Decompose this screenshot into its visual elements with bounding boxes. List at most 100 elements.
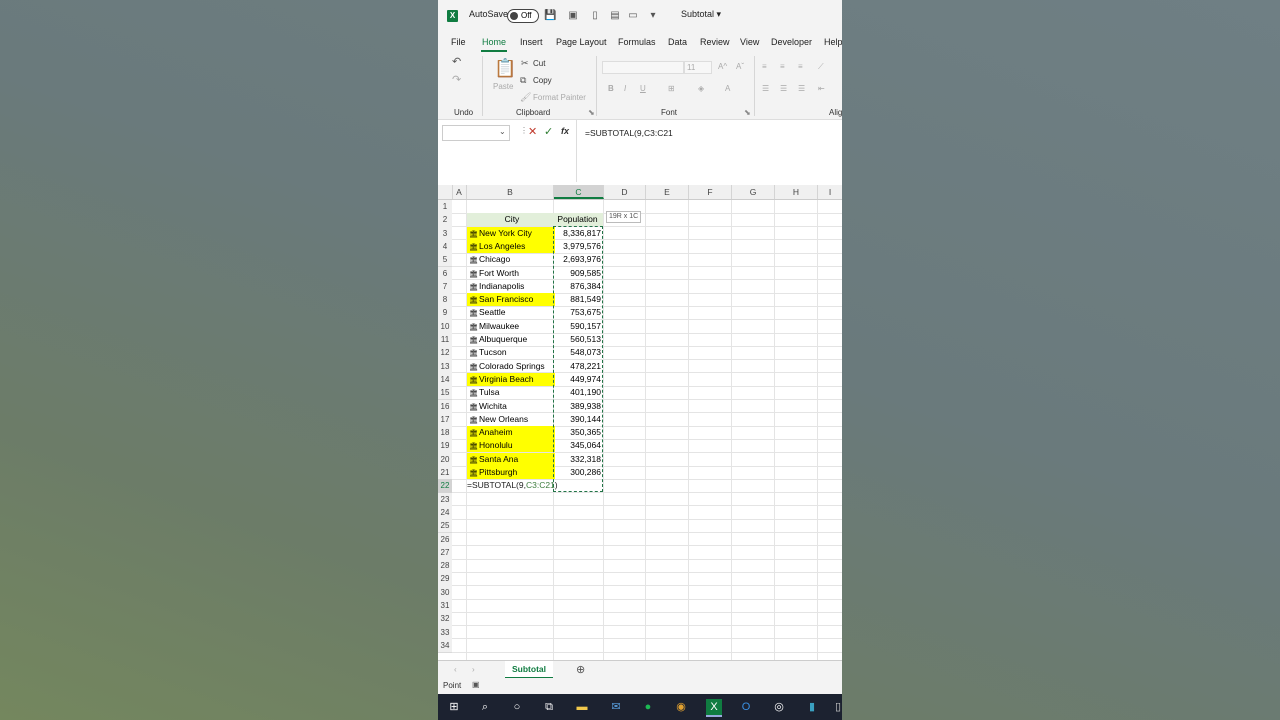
row-header[interactable]: 34 — [438, 638, 452, 654]
geography-data-type-icon[interactable]: 🏛 — [469, 271, 478, 279]
italic-icon[interactable]: I — [624, 84, 626, 93]
geography-data-type-icon[interactable]: 🏛 — [469, 244, 478, 252]
city-cell[interactable]: 🏛Honolulu — [467, 439, 555, 453]
orientation-icon[interactable]: ⟋ — [818, 62, 824, 72]
underline-icon[interactable]: U — [640, 84, 646, 93]
geography-data-type-icon[interactable]: 🏛 — [469, 377, 478, 385]
city-cell[interactable]: 🏛Los Angeles — [467, 239, 555, 253]
geography-data-type-icon[interactable]: 🏛 — [469, 297, 478, 305]
add-sheet-icon[interactable]: ⊕ — [576, 663, 585, 676]
file-explorer-icon[interactable]: ▬ — [574, 699, 590, 715]
column-header[interactable]: B — [467, 185, 554, 199]
city-cell[interactable]: 🏛Indianapolis — [467, 280, 555, 293]
tab-file[interactable]: File — [451, 37, 466, 47]
paste-label[interactable]: Paste — [493, 82, 513, 91]
row-header[interactable]: 23 — [438, 492, 452, 507]
row-header[interactable]: 30 — [438, 585, 452, 600]
column-header[interactable]: A — [452, 185, 467, 199]
column-header[interactable]: I — [818, 185, 842, 199]
geography-data-type-icon[interactable]: 🏛 — [469, 350, 478, 358]
search-icon[interactable]: ⌕ — [477, 699, 493, 715]
city-cell[interactable]: 🏛New York City — [467, 226, 555, 240]
geography-data-type-icon[interactable]: 🏛 — [469, 231, 478, 239]
font-size-field[interactable]: 11 — [684, 61, 712, 74]
city-cell[interactable]: 🏛Tucson — [467, 346, 555, 359]
app-icon[interactable]: ▮ — [804, 699, 820, 715]
city-cell[interactable]: 🏛Wichita — [467, 400, 555, 413]
copy-button[interactable]: Copy — [533, 76, 552, 85]
row-header[interactable]: 18 — [438, 426, 452, 441]
city-cell[interactable]: 🏛Milwaukee — [467, 320, 555, 333]
save-icon[interactable]: 💾 — [544, 10, 556, 21]
tab-view[interactable]: View — [740, 37, 759, 47]
city-cell[interactable]: 🏛Virginia Beach — [467, 372, 555, 386]
city-cell[interactable]: 🏛San Francisco — [467, 293, 555, 307]
format-painter-button[interactable]: Format Painter — [533, 93, 586, 102]
population-header-cell[interactable]: Population — [554, 213, 603, 227]
undo-icon[interactable]: ↶ — [452, 56, 461, 68]
city-cell[interactable]: 🏛Pittsburgh — [467, 466, 555, 479]
city-cell[interactable]: 🏛Santa Ana — [467, 452, 555, 466]
increase-font-icon[interactable]: A^ — [718, 62, 727, 71]
row-header[interactable]: 31 — [438, 599, 452, 614]
form-icon[interactable]: ▣ — [568, 10, 578, 21]
row-header[interactable]: 2 — [438, 213, 452, 228]
city-cell[interactable]: 🏛Anaheim — [467, 426, 555, 440]
redo-icon[interactable]: ↷ — [452, 74, 461, 86]
row-header[interactable]: 27 — [438, 545, 452, 561]
row-header[interactable]: 11 — [438, 333, 452, 348]
row-header[interactable]: 32 — [438, 612, 452, 627]
city-cell[interactable]: 🏛Albuquerque — [467, 333, 555, 346]
align-top-icon[interactable]: ≡ — [762, 62, 767, 71]
borders-icon[interactable]: ⊞ — [668, 84, 675, 93]
row-header[interactable]: 5 — [438, 253, 452, 268]
align-center-icon[interactable]: ☰ — [780, 84, 787, 93]
row-header[interactable]: 21 — [438, 466, 452, 481]
app-icon-2[interactable]: ▯ — [830, 699, 846, 715]
mail-icon[interactable]: ✉ — [608, 699, 624, 715]
city-cell[interactable]: 🏛Tulsa — [467, 386, 555, 399]
outlook-icon[interactable]: O — [738, 699, 754, 715]
tab-review[interactable]: Review — [700, 37, 730, 47]
align-bottom-icon[interactable]: ≡ — [798, 62, 803, 71]
align-left-icon[interactable]: ☰ — [762, 84, 769, 93]
geography-data-type-icon[interactable]: 🏛 — [469, 257, 478, 265]
print-preview-icon[interactable]: ▤ — [610, 10, 620, 21]
tab-developer[interactable]: Developer — [771, 37, 812, 47]
enter-icon[interactable]: ✓ — [544, 125, 553, 138]
city-cell[interactable]: 🏛Chicago — [467, 253, 555, 266]
align-right-icon[interactable]: ☰ — [798, 84, 805, 93]
city-cell[interactable]: 🏛Fort Worth — [467, 267, 555, 280]
name-box[interactable]: ⌄ — [442, 125, 510, 141]
row-header[interactable]: 20 — [438, 452, 452, 467]
cortana-icon[interactable]: ○ — [509, 699, 525, 715]
geography-data-type-icon[interactable]: 🏛 — [469, 430, 478, 438]
customize-qat-icon[interactable]: ▾ — [648, 10, 658, 21]
row-header[interactable]: 17 — [438, 412, 452, 428]
next-sheet-icon[interactable]: › — [472, 665, 475, 674]
fill-color-icon[interactable]: ◈ — [698, 84, 704, 93]
cut-icon[interactable]: ✂ — [521, 57, 529, 69]
windows-start-icon[interactable]: ⊞ — [446, 699, 462, 715]
row-header[interactable]: 16 — [438, 399, 452, 414]
spotify-icon[interactable]: ● — [640, 699, 656, 715]
row-header[interactable]: 13 — [438, 359, 452, 374]
geography-data-type-icon[interactable]: 🏛 — [469, 310, 478, 318]
row-header[interactable]: 12 — [438, 346, 452, 361]
row-header[interactable]: 28 — [438, 559, 452, 574]
row-header[interactable]: 8 — [438, 293, 452, 308]
tab-page-layout[interactable]: Page Layout — [556, 37, 607, 47]
copy-icon[interactable]: ⧉ — [520, 74, 526, 86]
row-header[interactable]: 1 — [438, 200, 452, 215]
row-header[interactable]: 14 — [438, 372, 452, 388]
tab-formulas[interactable]: Formulas — [618, 37, 656, 47]
paste-icon[interactable]: 📋 — [494, 58, 516, 78]
tab-insert[interactable]: Insert — [520, 37, 543, 47]
row-header[interactable]: 19 — [438, 439, 452, 454]
row-header[interactable]: 15 — [438, 386, 452, 401]
geography-data-type-icon[interactable]: 🏛 — [469, 470, 478, 478]
column-header[interactable]: G — [732, 185, 775, 199]
row-header[interactable]: 24 — [438, 505, 452, 521]
column-header[interactable]: E — [646, 185, 689, 199]
chrome-icon[interactable]: ◉ — [673, 699, 689, 715]
